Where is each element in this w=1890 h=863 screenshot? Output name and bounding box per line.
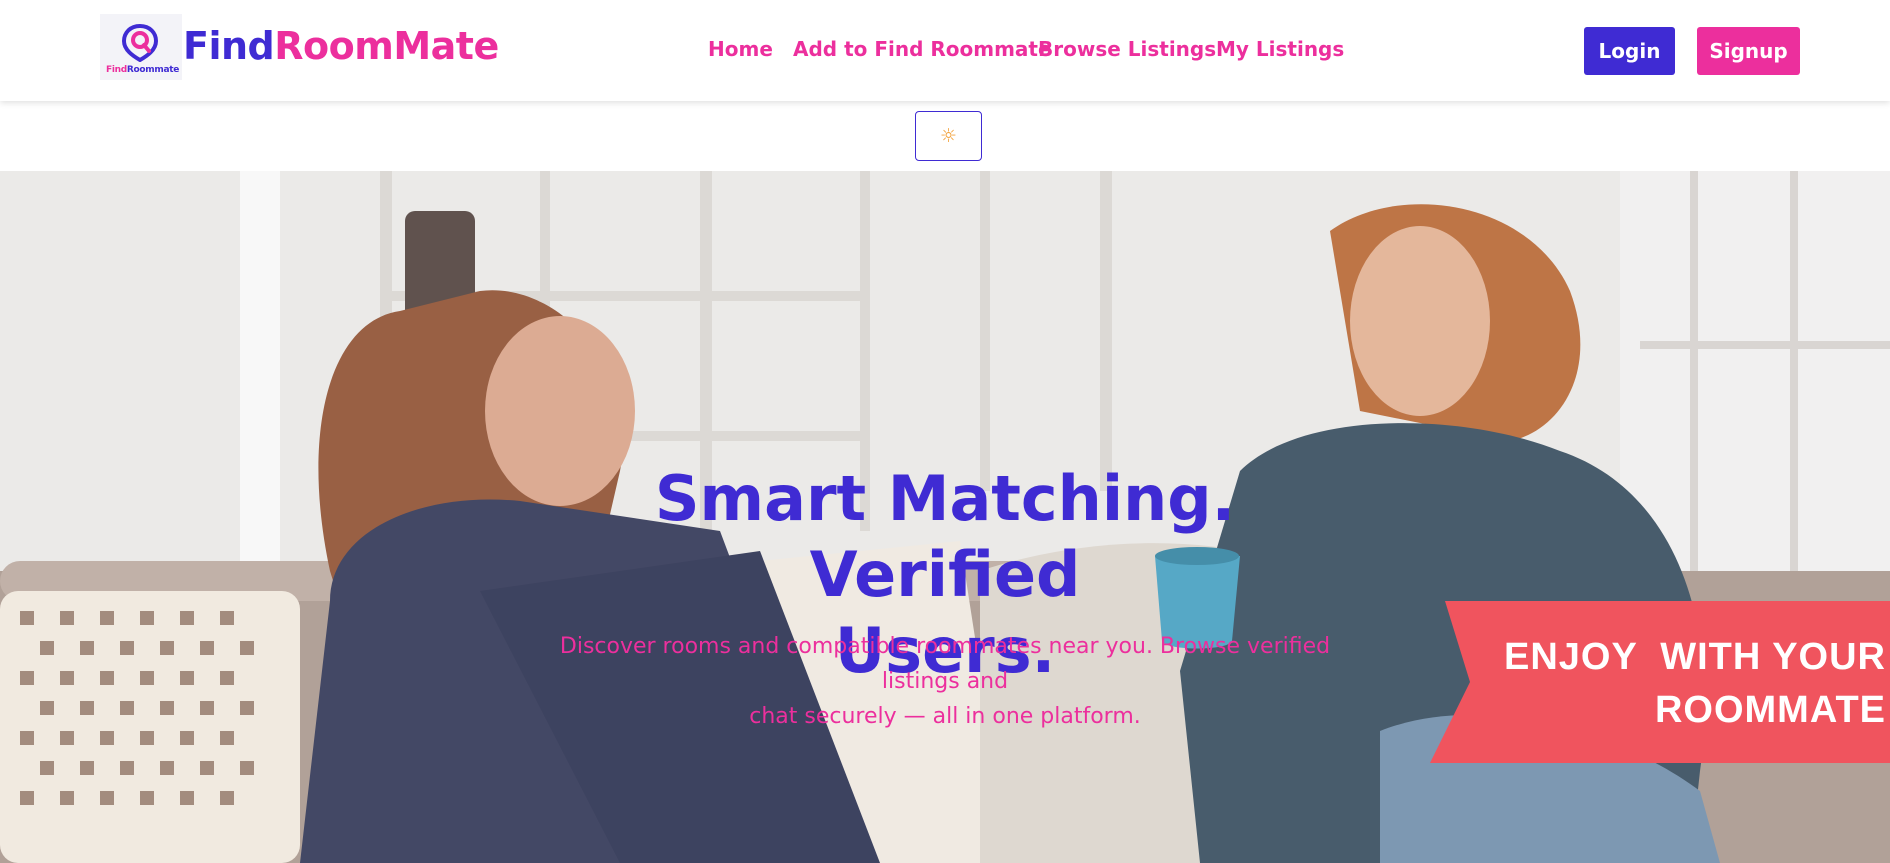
sun-icon: ☼ bbox=[939, 124, 958, 147]
nav-link-add-roommate[interactable]: Add to Find Roommate bbox=[793, 37, 1052, 61]
nav-link-home[interactable]: Home bbox=[708, 37, 773, 61]
hero-section: Smart Matching. Verified Users. Discover… bbox=[0, 171, 1890, 863]
hero-subtitle: Discover rooms and compatible roommates … bbox=[559, 634, 1331, 729]
navbar: FindRoommate FindRoomMate Home Add to Fi… bbox=[0, 0, 1890, 101]
login-button[interactable]: Login bbox=[1584, 27, 1675, 75]
theme-toggle-button[interactable]: ☼ bbox=[915, 111, 982, 161]
nav-link-browse-listings[interactable]: Browse Listings bbox=[1038, 37, 1216, 61]
signup-button[interactable]: Signup bbox=[1697, 27, 1800, 75]
nav-link-my-listings[interactable]: My Listings bbox=[1216, 37, 1344, 61]
enjoy-banner-text: ENJOY WITH YOUR ROOMMATE bbox=[1504, 636, 1886, 731]
